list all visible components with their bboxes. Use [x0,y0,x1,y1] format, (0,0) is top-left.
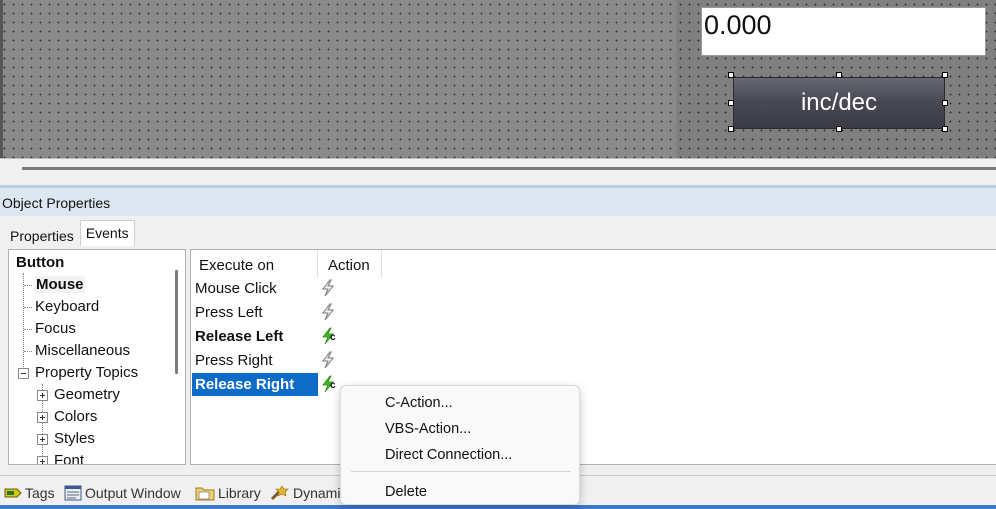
canvas-scroll-thumb[interactable] [22,167,996,170]
selection-handle-top-right[interactable] [942,72,948,78]
tree-item-styles[interactable]: Styles [54,430,95,447]
expand-font-icon[interactable] [37,456,48,464]
event-category-tree[interactable]: Button Mouse Keyboard Focus Miscellaneou… [8,249,186,465]
menu-item-delete[interactable]: Delete [385,484,427,500]
event-row-release-right[interactable]: Release Right [192,373,318,396]
expand-geometry-icon[interactable] [37,390,48,401]
tree-item-keyboard[interactable]: Keyboard [35,298,99,315]
column-header-execute-on[interactable]: Execute on [191,250,318,278]
tree-item-property-topics[interactable]: Property Topics [35,364,138,381]
object-properties-header: Object Properties [0,185,996,216]
selection-handle-top-left[interactable] [728,72,734,78]
tree-root-button[interactable]: Button [16,254,64,271]
tree-item-colors[interactable]: Colors [54,408,97,425]
no-action-bolt-icon[interactable] [320,351,336,369]
selection-handle-bottom-left[interactable] [728,126,734,132]
menu-item-c-action[interactable]: C-Action... [385,395,453,411]
expand-colors-icon[interactable] [37,412,48,423]
tree-connector [23,273,24,373]
button-object-label: inc/dec [800,89,878,116]
inc-dec-button-object[interactable]: inc/dec [733,77,945,129]
output-window-icon [64,485,82,501]
tree-item-focus[interactable]: Focus [35,320,76,337]
menu-separator [351,471,571,472]
bottom-tab-tags[interactable]: Tags [4,482,55,504]
tag-icon [4,488,22,498]
tree-item-miscellaneous[interactable]: Miscellaneous [35,342,130,359]
tab-events[interactable]: Events [79,220,135,246]
canvas-left-border [0,0,3,158]
properties-tabs: Properties Events [4,220,135,246]
selection-handle-top[interactable] [836,72,842,78]
bottom-tab-library[interactable]: Library [195,482,261,504]
event-row-release-left[interactable]: Release Left [192,325,318,348]
canvas-horizontal-scrollbar[interactable] [0,158,996,180]
no-action-bolt-icon[interactable] [320,279,336,297]
event-row-press-right[interactable]: Press Right [192,349,318,372]
event-row-mouse-click[interactable]: Mouse Click [192,277,318,300]
action-type-badge: c [330,332,336,343]
column-header-action[interactable]: Action [318,250,382,278]
menu-item-direct-connection[interactable]: Direct Connection... [385,447,512,463]
no-action-bolt-icon[interactable] [320,303,336,321]
selection-handle-left[interactable] [728,100,734,106]
tree-item-font[interactable]: Font [54,452,84,464]
bottom-tab-dynamic-wizard[interactable]: Dynami [270,482,340,504]
panel-title: Object Properties [2,195,111,211]
bottom-tab-output-window[interactable]: Output Window [64,482,181,504]
library-folder-icon [195,487,215,501]
selection-handle-bottom[interactable] [836,126,842,132]
action-type-badge: c [330,380,336,391]
events-table[interactable]: Execute on Action Mouse Click Press Left… [190,249,996,465]
expand-styles-icon[interactable] [37,434,48,445]
status-strip [0,505,996,509]
menu-item-vbs-action[interactable]: VBS-Action... [385,421,471,437]
dynamic-wizard-icon [270,485,289,501]
tree-item-geometry[interactable]: Geometry [54,386,120,403]
tree-item-mouse[interactable]: Mouse [35,276,85,293]
selection-handle-bottom-right[interactable] [942,126,948,132]
tab-properties[interactable]: Properties [4,223,80,246]
action-context-menu: C-Action... VBS-Action... Direct Connect… [340,385,580,505]
collapse-property-topics-icon[interactable] [18,368,29,379]
io-field-value: 0.000 [704,10,772,40]
selection-handle-right[interactable] [942,100,948,106]
io-field-object[interactable]: 0.000 [701,7,986,56]
event-row-press-left[interactable]: Press Left [192,301,318,324]
tree-scrollbar-thumb[interactable] [175,270,178,374]
